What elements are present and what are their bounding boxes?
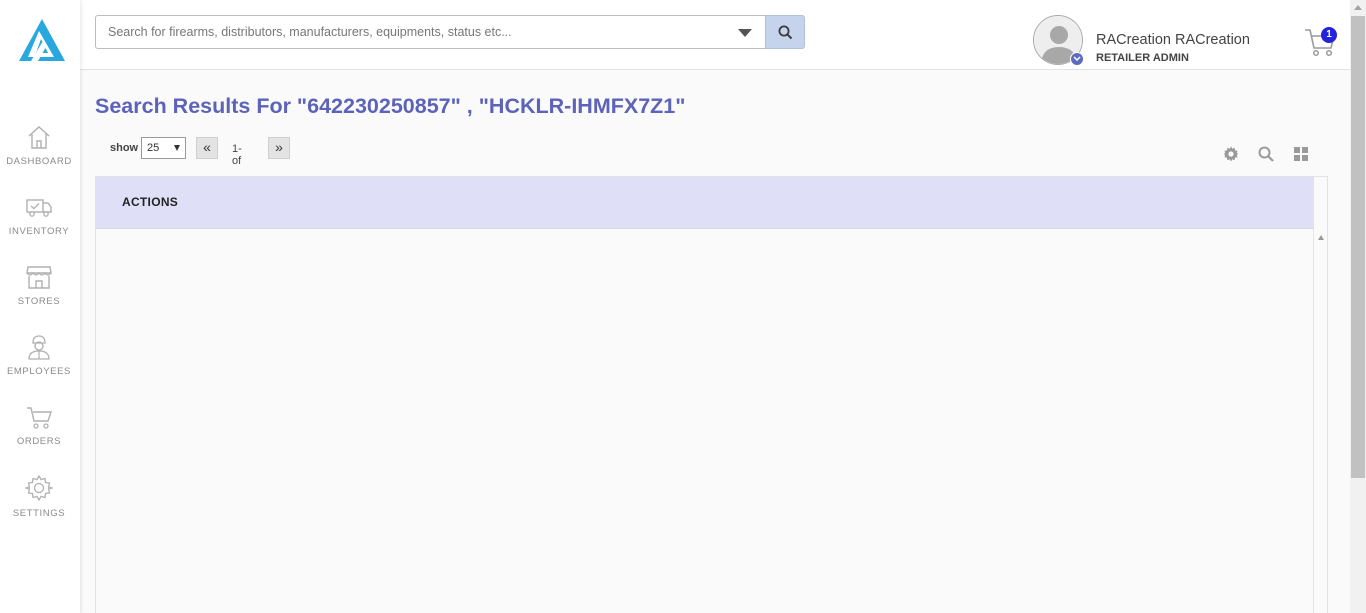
scrollbar-thumb[interactable] [1351,16,1365,478]
search-icon [778,25,793,40]
sidebar-item-label: DASHBOARD [6,156,72,167]
search-button[interactable] [765,15,805,49]
show-label: show [110,142,139,154]
sidebar-item-label: EMPLOYEES [6,366,71,377]
page-info: 1- of [232,143,242,167]
sidebar-item-label: ORDERS [16,436,62,447]
page-size-select[interactable]: 25 [141,137,186,159]
gear-icon [1223,146,1239,162]
page-size-value: 25 [147,142,160,154]
store-icon [26,266,52,289]
sidebar: DASHBOARD INVENTORY STORES EMPLOYEES ORD… [0,0,80,613]
scroll-up-arrow-icon[interactable] [1354,5,1362,10]
user-role: RETAILER ADMIN [1096,52,1189,64]
cart-icon [27,407,52,429]
sidebar-item-inventory[interactable]: INVENTORY [0,194,78,254]
results-table: ACTIONS [95,176,1328,613]
search-input[interactable] [96,16,726,48]
chevron-down-icon [1073,56,1081,62]
search-box [95,15,766,49]
dropdown-arrow-icon [174,145,180,151]
scroll-up-arrow-icon[interactable] [1318,235,1324,240]
grid-view-button[interactable] [1293,146,1309,162]
page-scrollbar[interactable] [1350,0,1366,613]
column-settings-button[interactable] [1223,146,1239,162]
page-title: Search Results For "642230250857" , "HCK… [95,94,686,118]
sidebar-item-label: INVENTORY [8,226,70,237]
sidebar-item-label: SETTINGS [12,508,66,519]
truck-icon [26,199,52,217]
table-scrollbar[interactable] [1313,229,1328,613]
sidebar-item-employees[interactable]: EMPLOYEES [0,334,78,394]
search-dropdown-caret-icon[interactable] [738,29,752,37]
profile-dropdown-toggle[interactable] [1070,52,1084,66]
prev-page-button[interactable]: « [196,137,218,159]
user-name: RACreation RACreation [1096,32,1250,48]
sidebar-item-stores[interactable]: STORES [0,264,78,324]
sidebar-item-orders[interactable]: ORDERS [0,404,78,464]
logo[interactable] [17,17,67,63]
sidebar-item-settings[interactable]: SETTINGS [0,474,78,534]
table-header: ACTIONS [96,177,1314,229]
employee-icon [28,335,50,360]
sidebar-item-dashboard[interactable]: DASHBOARD [0,124,78,184]
grid-icon [1294,147,1308,161]
sidebar-item-label: STORES [17,296,61,307]
cart-count-badge: 1 [1321,27,1337,43]
gear-icon [25,474,53,502]
home-icon [28,126,50,149]
column-header-actions[interactable]: ACTIONS [122,195,178,209]
top-header: RACreation RACreation RETAILER ADMIN 1 [80,0,1350,70]
search-icon [1258,146,1274,162]
next-page-button[interactable]: » [268,137,290,159]
table-search-button[interactable] [1258,146,1274,162]
